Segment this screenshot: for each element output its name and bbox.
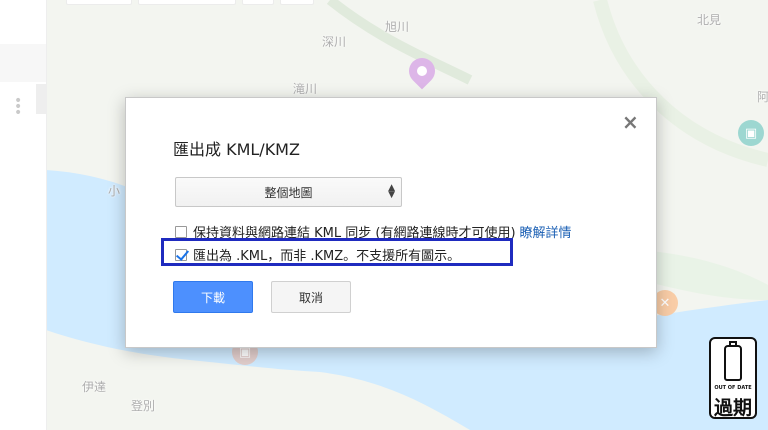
download-button[interactable]: 下載 xyxy=(173,281,253,313)
out-of-date-badge: OUT OF DATE 過期 xyxy=(709,337,757,419)
layer-select-value: 整個地圖 xyxy=(264,185,313,200)
export-kml-dialog: × 匯出成 KML/KMZ 整個地圖 ▲ ▼ 保持資料與網路連結 KML 同步 (… xyxy=(125,97,657,348)
badge-small-text: OUT OF DATE xyxy=(714,385,752,391)
sync-checkbox[interactable] xyxy=(175,225,187,238)
badge-big-text: 過期 xyxy=(713,397,752,419)
cancel-button[interactable]: 取消 xyxy=(271,281,351,313)
milk-bottle-icon xyxy=(724,341,742,381)
dialog-title: 匯出成 KML/KMZ xyxy=(173,140,300,159)
layer-select[interactable]: 整個地圖 ▲ ▼ xyxy=(175,177,402,207)
learn-more-link[interactable]: 瞭解詳情 xyxy=(520,222,572,241)
select-arrows-icon: ▲ ▼ xyxy=(388,183,395,200)
highlight-annotation-box xyxy=(161,238,513,266)
close-icon[interactable]: × xyxy=(622,112,639,132)
